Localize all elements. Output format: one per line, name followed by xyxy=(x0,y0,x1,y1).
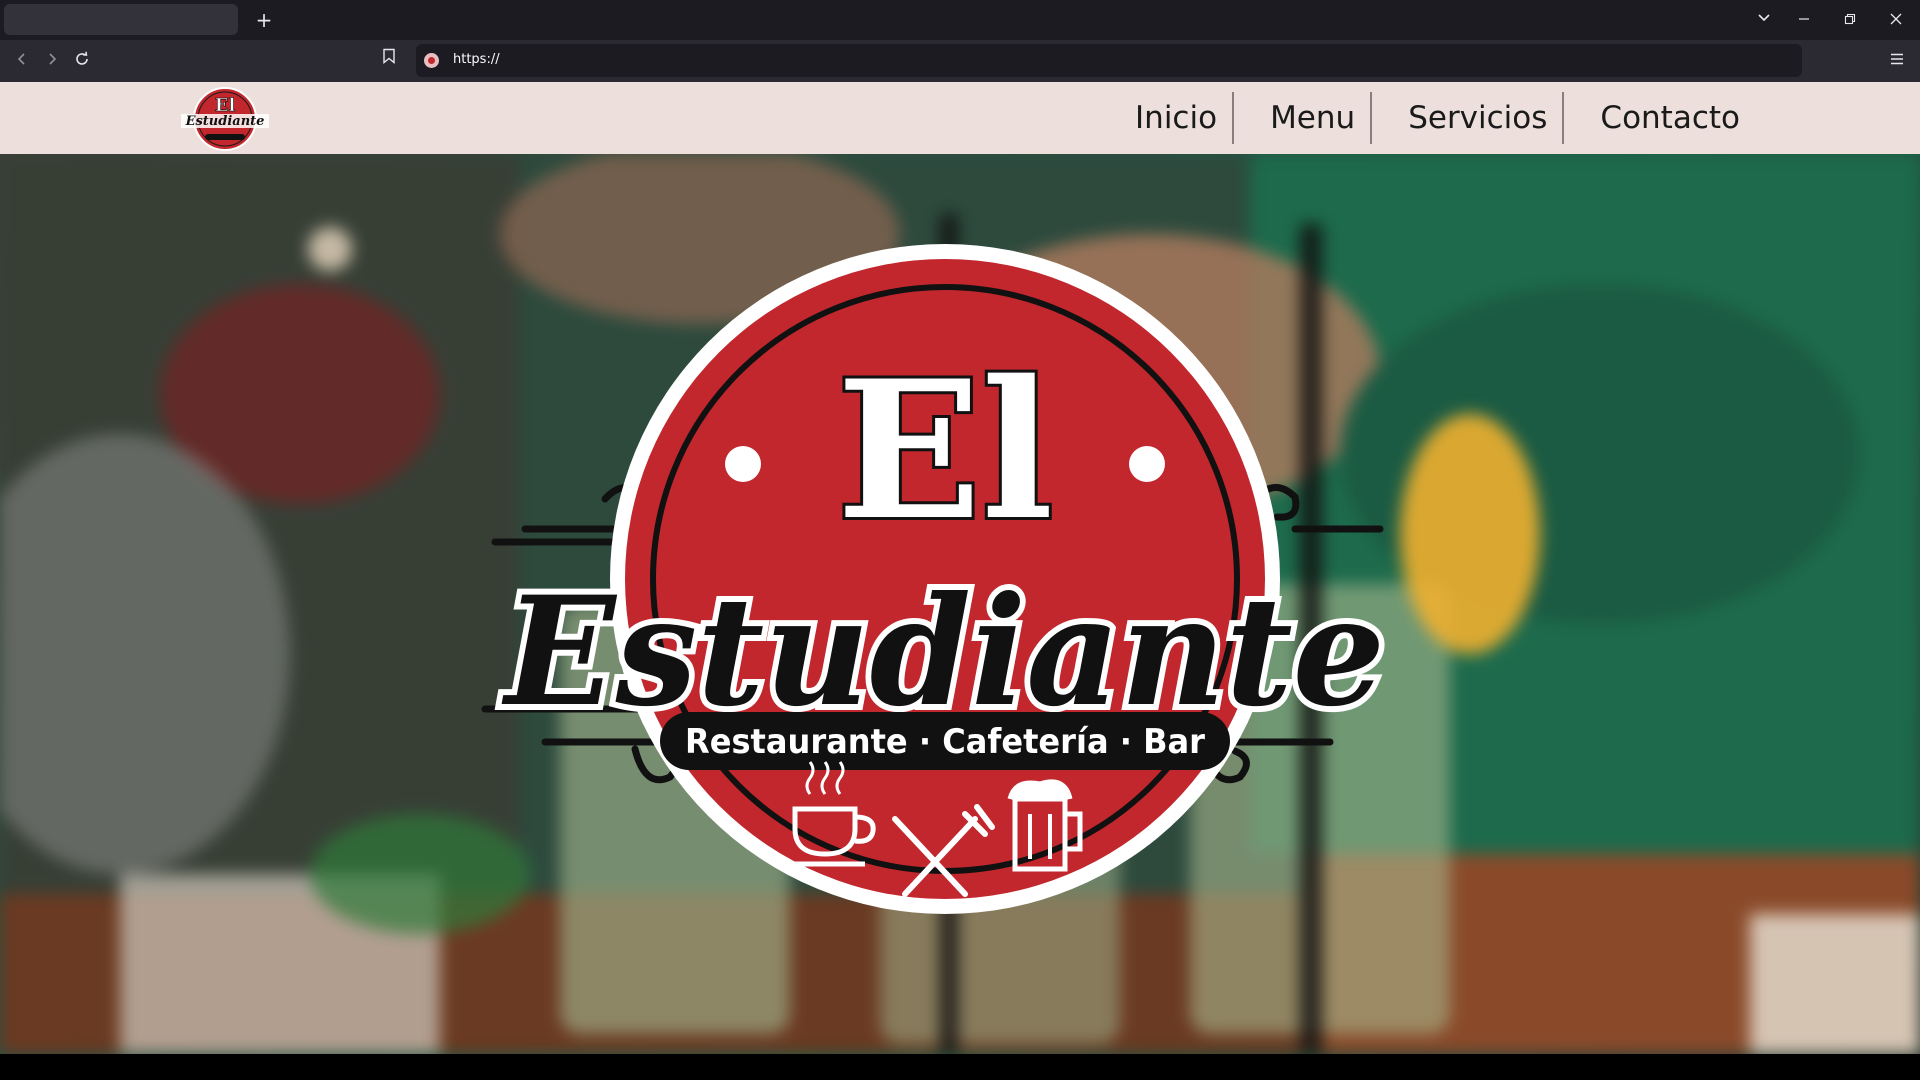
nav-link-inicio[interactable]: Inicio xyxy=(1135,92,1235,144)
bottom-black-bar xyxy=(0,1054,1920,1080)
header-logo[interactable]: El Estudiante xyxy=(177,86,273,152)
hero-logo-tagline: Restaurante · Cafetería · Bar xyxy=(685,722,1205,762)
plus-icon: + xyxy=(255,8,273,32)
forward-button[interactable] xyxy=(38,47,66,75)
reload-button[interactable] xyxy=(68,47,96,75)
header-logo-estudiante-text: Estudiante xyxy=(185,114,265,129)
reload-icon xyxy=(76,51,88,65)
site-info-icon[interactable] xyxy=(424,53,439,68)
back-button[interactable] xyxy=(8,47,36,75)
nav-link-contacto[interactable]: Contacto xyxy=(1564,92,1740,144)
bookmark-button[interactable] xyxy=(382,48,404,74)
new-tab-button[interactable]: + xyxy=(250,6,278,34)
nav-link-menu[interactable]: Menu xyxy=(1234,92,1373,144)
close-window-button[interactable] xyxy=(1878,6,1914,34)
close-icon xyxy=(1890,13,1902,25)
url-text[interactable]: https:// xyxy=(453,52,500,67)
list-all-tabs-button[interactable] xyxy=(1746,6,1782,34)
web-page: El Estudiante Inicio Menu Servicios Cont… xyxy=(0,82,1920,1054)
nav-link-servicios[interactable]: Servicios xyxy=(1372,92,1565,144)
arrow-right-icon xyxy=(49,53,57,65)
hero-logo-el-text: El xyxy=(837,339,1054,562)
arrow-left-icon xyxy=(17,53,25,65)
chevron-down-icon xyxy=(1758,14,1770,22)
browser-tab-bar: + xyxy=(0,0,1920,40)
browser-nav-bar: https:// xyxy=(0,40,1920,82)
minimize-button[interactable] xyxy=(1786,6,1822,34)
restore-button[interactable] xyxy=(1832,6,1868,34)
bookmark-icon xyxy=(383,48,395,64)
site-header: El Estudiante Inicio Menu Servicios Cont… xyxy=(0,82,1920,154)
restore-icon xyxy=(1844,13,1856,25)
app-menu-button[interactable] xyxy=(1883,47,1911,75)
hamburger-menu-icon xyxy=(1891,53,1903,65)
minimize-icon xyxy=(1799,18,1809,20)
address-bar[interactable]: https:// xyxy=(416,44,1802,77)
browser-tab[interactable] xyxy=(4,4,238,35)
header-logo-el-text: El xyxy=(215,95,236,116)
hero-section: El Estudiante Restaurante · Cafetería · … xyxy=(0,154,1920,1054)
main-navigation: Inicio Menu Servicios Contacto xyxy=(1135,92,1740,144)
hero-logo: El Estudiante Restaurante · Cafetería · … xyxy=(481,244,1391,914)
